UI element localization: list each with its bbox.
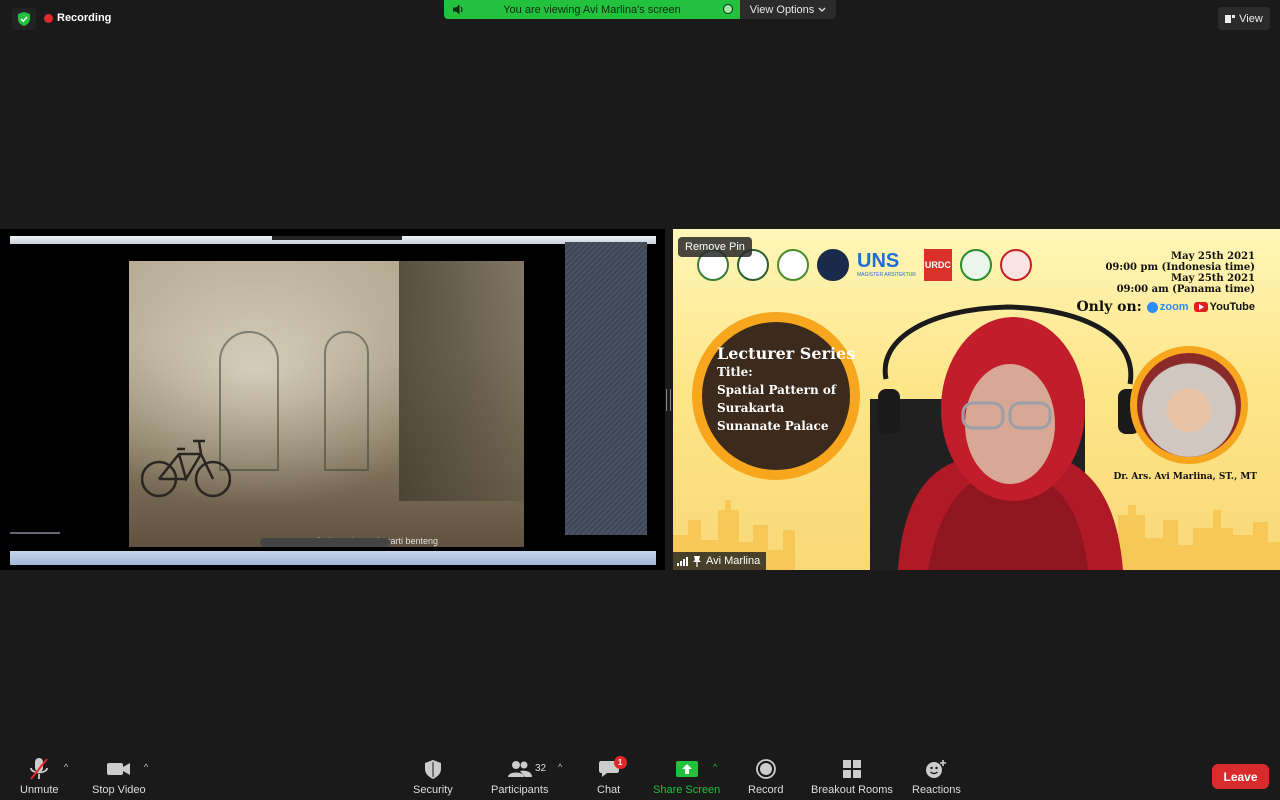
participants-caret-icon[interactable]: ^ <box>558 762 562 772</box>
event-date-block: May 25th 2021 09:00 pm (Indonesia time) … <box>1105 251 1255 295</box>
video-options-caret-icon[interactable]: ^ <box>144 762 148 772</box>
media-progress-bar <box>10 532 60 534</box>
youtube-logo: YouTube <box>1193 301 1255 313</box>
video-camera-icon <box>106 756 131 782</box>
shared-screen-pane[interactable]: 'baluarte' yang berarti benteng <box>0 229 665 570</box>
title-line-2: Surakarta <box>717 401 785 415</box>
reactions-label: Reactions <box>912 784 961 796</box>
status-dot-icon <box>723 4 733 14</box>
lecture-title-block: Lecturer Series Title: Spatial Pattern o… <box>717 345 855 435</box>
split-resize-handle[interactable] <box>666 389 671 411</box>
event-time-1: 09:00 pm (Indonesia time) <box>1105 262 1255 273</box>
participant-name-tag: Avi Marlina <box>673 552 767 570</box>
audio-options-caret-icon[interactable]: ^ <box>64 762 68 772</box>
breakout-rooms-button[interactable]: Breakout Rooms <box>811 756 893 796</box>
shared-side-panel <box>565 242 647 535</box>
participants-icon <box>507 756 532 782</box>
media-player-controls <box>260 538 390 547</box>
youtube-icon <box>1193 302 1208 312</box>
participants-count: 32 <box>535 763 547 774</box>
grid-view-icon <box>1225 14 1236 23</box>
title-line-1: Spatial Pattern of <box>717 383 837 397</box>
view-options-button[interactable]: View Options <box>740 0 836 19</box>
shared-video-frame: 'baluarte' yang berarti benteng <box>129 261 524 547</box>
speaker-icon <box>453 4 463 15</box>
zoom-logo: zoom <box>1146 301 1189 313</box>
share-screen-label: Share Screen <box>653 784 721 796</box>
urdc-logo: URDC <box>923 249 952 281</box>
chat-button[interactable]: 1 Chat <box>597 756 627 796</box>
security-button[interactable]: Security <box>413 756 453 796</box>
presenter-portrait-ring <box>1130 346 1248 464</box>
share-screen-icon <box>675 756 698 782</box>
uns-sub-label: MAGISTER ARSITEKTUR <box>857 272 916 278</box>
recording-indicator[interactable]: Recording <box>44 12 111 24</box>
breakout-rooms-icon <box>842 756 862 782</box>
security-shield-icon <box>424 756 441 782</box>
event-date-2: May 25th 2021 <box>1171 273 1255 284</box>
series-title: Lecturer Series <box>717 344 856 363</box>
unmute-button[interactable]: Unmute <box>20 756 59 796</box>
chevron-down-icon <box>818 7 826 12</box>
youtube-label: YouTube <box>1209 301 1255 313</box>
reactions-button[interactable]: Reactions <box>912 756 961 796</box>
viewing-banner: You are viewing Avi Marlina's screen <box>444 0 740 19</box>
presenter-credit: Dr. Ars. Avi Marlina, ST., MT <box>1113 472 1257 482</box>
view-button-label: View <box>1239 12 1263 25</box>
event-time-2: 09:00 am (Panama time) <box>1116 284 1255 295</box>
shared-taskbar <box>10 551 656 565</box>
government-logo <box>999 249 1032 281</box>
view-button[interactable]: View <box>1218 7 1270 30</box>
pin-icon <box>693 555 701 567</box>
stop-video-button[interactable]: Stop Video <box>92 756 146 796</box>
zoom-meeting-window: Recording You are viewing Avi Marlina's … <box>0 0 1280 800</box>
breakout-rooms-label: Breakout Rooms <box>811 784 893 796</box>
share-screen-button[interactable]: Share Screen <box>653 756 720 796</box>
view-options-label: View Options <box>749 3 815 16</box>
leave-button[interactable]: Leave <box>1212 764 1269 789</box>
uns-label: UNS <box>857 250 900 272</box>
smiley-plus-icon <box>925 756 947 782</box>
remove-pin-button[interactable]: Remove Pin <box>678 237 752 257</box>
speaker-video-pane[interactable]: UNS MAGISTER ARSITEKTUR URDC May 25th 20… <box>673 229 1280 570</box>
uns-emblem-logo <box>817 249 849 281</box>
zoom-label: zoom <box>1159 301 1189 313</box>
faculty-logo <box>777 249 809 281</box>
security-shield-icon[interactable] <box>12 8 36 30</box>
meeting-toolbar: Unmute ^ Stop Video ^ Security Participa… <box>0 752 1280 800</box>
unmute-label: Unmute <box>20 784 59 796</box>
shared-window-tab <box>272 236 402 240</box>
recording-label: Recording <box>57 12 112 24</box>
bicycle-image <box>141 439 231 498</box>
environment-logo <box>959 249 992 281</box>
viewing-banner-text: You are viewing Avi Marlina's screen <box>503 3 681 16</box>
stop-video-label: Stop Video <box>92 784 146 796</box>
chat-label: Chat <box>597 784 621 796</box>
record-label: Record <box>748 784 784 796</box>
participants-button[interactable]: Participants <box>491 756 548 796</box>
title-label: Title: <box>717 365 753 379</box>
event-date-1: May 25th 2021 <box>1171 251 1255 262</box>
building-shape <box>399 261 524 501</box>
presenter-portrait <box>1137 353 1241 457</box>
gate-shape <box>324 331 369 471</box>
security-label: Security <box>413 784 453 796</box>
participant-name: Avi Marlina <box>706 555 761 567</box>
signal-bars-icon <box>677 556 688 566</box>
presenter-video <box>870 304 1140 570</box>
share-options-caret-icon[interactable]: ^ <box>713 762 717 772</box>
chat-bubble-icon: 1 <box>598 756 627 782</box>
title-line-3: Sunanate Palace <box>717 419 829 433</box>
record-icon <box>755 756 776 782</box>
record-button[interactable]: Record <box>748 756 783 796</box>
chat-unread-badge: 1 <box>613 756 627 769</box>
recording-dot-icon <box>44 13 53 23</box>
participants-label: Participants <box>491 784 549 796</box>
microphone-muted-icon <box>29 756 49 782</box>
uns-logo: UNS MAGISTER ARSITEKTUR <box>857 250 916 278</box>
